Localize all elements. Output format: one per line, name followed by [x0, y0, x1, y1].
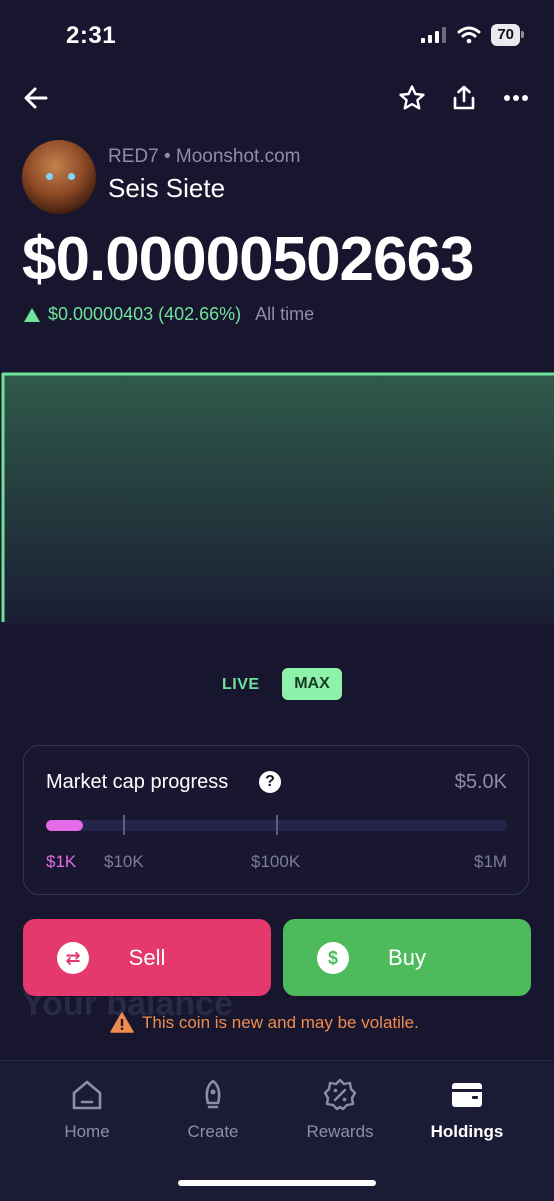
buy-button[interactable]: $ Buy	[283, 919, 531, 996]
price-chart[interactable]	[0, 368, 554, 624]
warning-icon	[110, 1012, 134, 1033]
help-icon[interactable]: ?	[259, 771, 281, 793]
share-button[interactable]	[446, 80, 482, 116]
wallet-icon	[452, 1083, 482, 1107]
triangle-up-icon	[24, 307, 40, 322]
home-icon	[72, 1080, 102, 1110]
toggle-max[interactable]: MAX	[282, 668, 342, 700]
ellipsis-icon	[504, 95, 528, 101]
wifi-icon	[457, 26, 481, 44]
toggle-live[interactable]: LIVE	[222, 676, 260, 694]
market-cap-value: $5.0K	[454, 771, 507, 793]
rocket-icon	[205, 1079, 221, 1109]
home-indicator	[178, 1180, 376, 1186]
tick-label-100k: $100K	[251, 852, 301, 871]
coin-avatar	[22, 140, 96, 214]
avatar-eye	[68, 173, 75, 180]
volatility-warning: This coin is new and may be volatile.	[110, 1012, 419, 1033]
coin-ticker-source: RED7 • Moonshot.com	[108, 146, 301, 167]
tab-rewards[interactable]: Rewards	[285, 1078, 395, 1142]
coin-price: $0.00000502663	[22, 225, 474, 294]
buy-label: Buy	[388, 944, 426, 970]
percent-badge-icon	[323, 1078, 357, 1111]
price-change-row: $0.00000403 (402.66%) All time	[24, 304, 314, 325]
tab-holdings[interactable]: Holdings	[412, 1078, 522, 1142]
warning-text: This coin is new and may be volatile.	[142, 1012, 419, 1032]
tick-label-10k: $10K	[104, 852, 144, 871]
dollar-icon: $	[317, 942, 349, 974]
chart-area	[3, 374, 554, 624]
sell-label: Sell	[128, 944, 166, 970]
status-icons: 70	[421, 24, 524, 46]
tab-label: Holdings	[430, 1122, 504, 1141]
price-change: $0.00000403 (402.66%)	[48, 304, 242, 324]
coin-name: Seis Siete	[108, 173, 226, 203]
star-icon	[399, 85, 425, 110]
tab-label: Rewards	[306, 1122, 374, 1141]
arrow-left-icon	[24, 87, 48, 109]
tab-label: Home	[64, 1122, 110, 1141]
signal-icon	[421, 27, 447, 43]
progress-fill	[46, 820, 83, 831]
share-icon	[453, 85, 475, 110]
more-button[interactable]	[498, 80, 534, 116]
tab-label: Create	[187, 1122, 239, 1141]
avatar-eye	[46, 173, 53, 180]
battery-indicator: 70	[491, 24, 524, 46]
status-time: 2:31	[66, 22, 117, 49]
back-button[interactable]	[18, 80, 54, 116]
tick-label-1m: $1M	[474, 852, 508, 871]
market-cap-title: Market cap progress	[46, 771, 229, 793]
tab-create[interactable]: Create	[158, 1078, 268, 1142]
progress-tick	[276, 815, 278, 835]
sell-button[interactable]: ⇄ Sell	[23, 919, 271, 996]
swap-icon: ⇄	[57, 942, 89, 974]
tab-home[interactable]: Home	[32, 1078, 142, 1142]
progress-tick	[123, 815, 125, 835]
tick-label-1k: $1K	[46, 852, 77, 871]
range-label: All time	[255, 304, 315, 324]
favorite-button[interactable]	[394, 80, 430, 116]
